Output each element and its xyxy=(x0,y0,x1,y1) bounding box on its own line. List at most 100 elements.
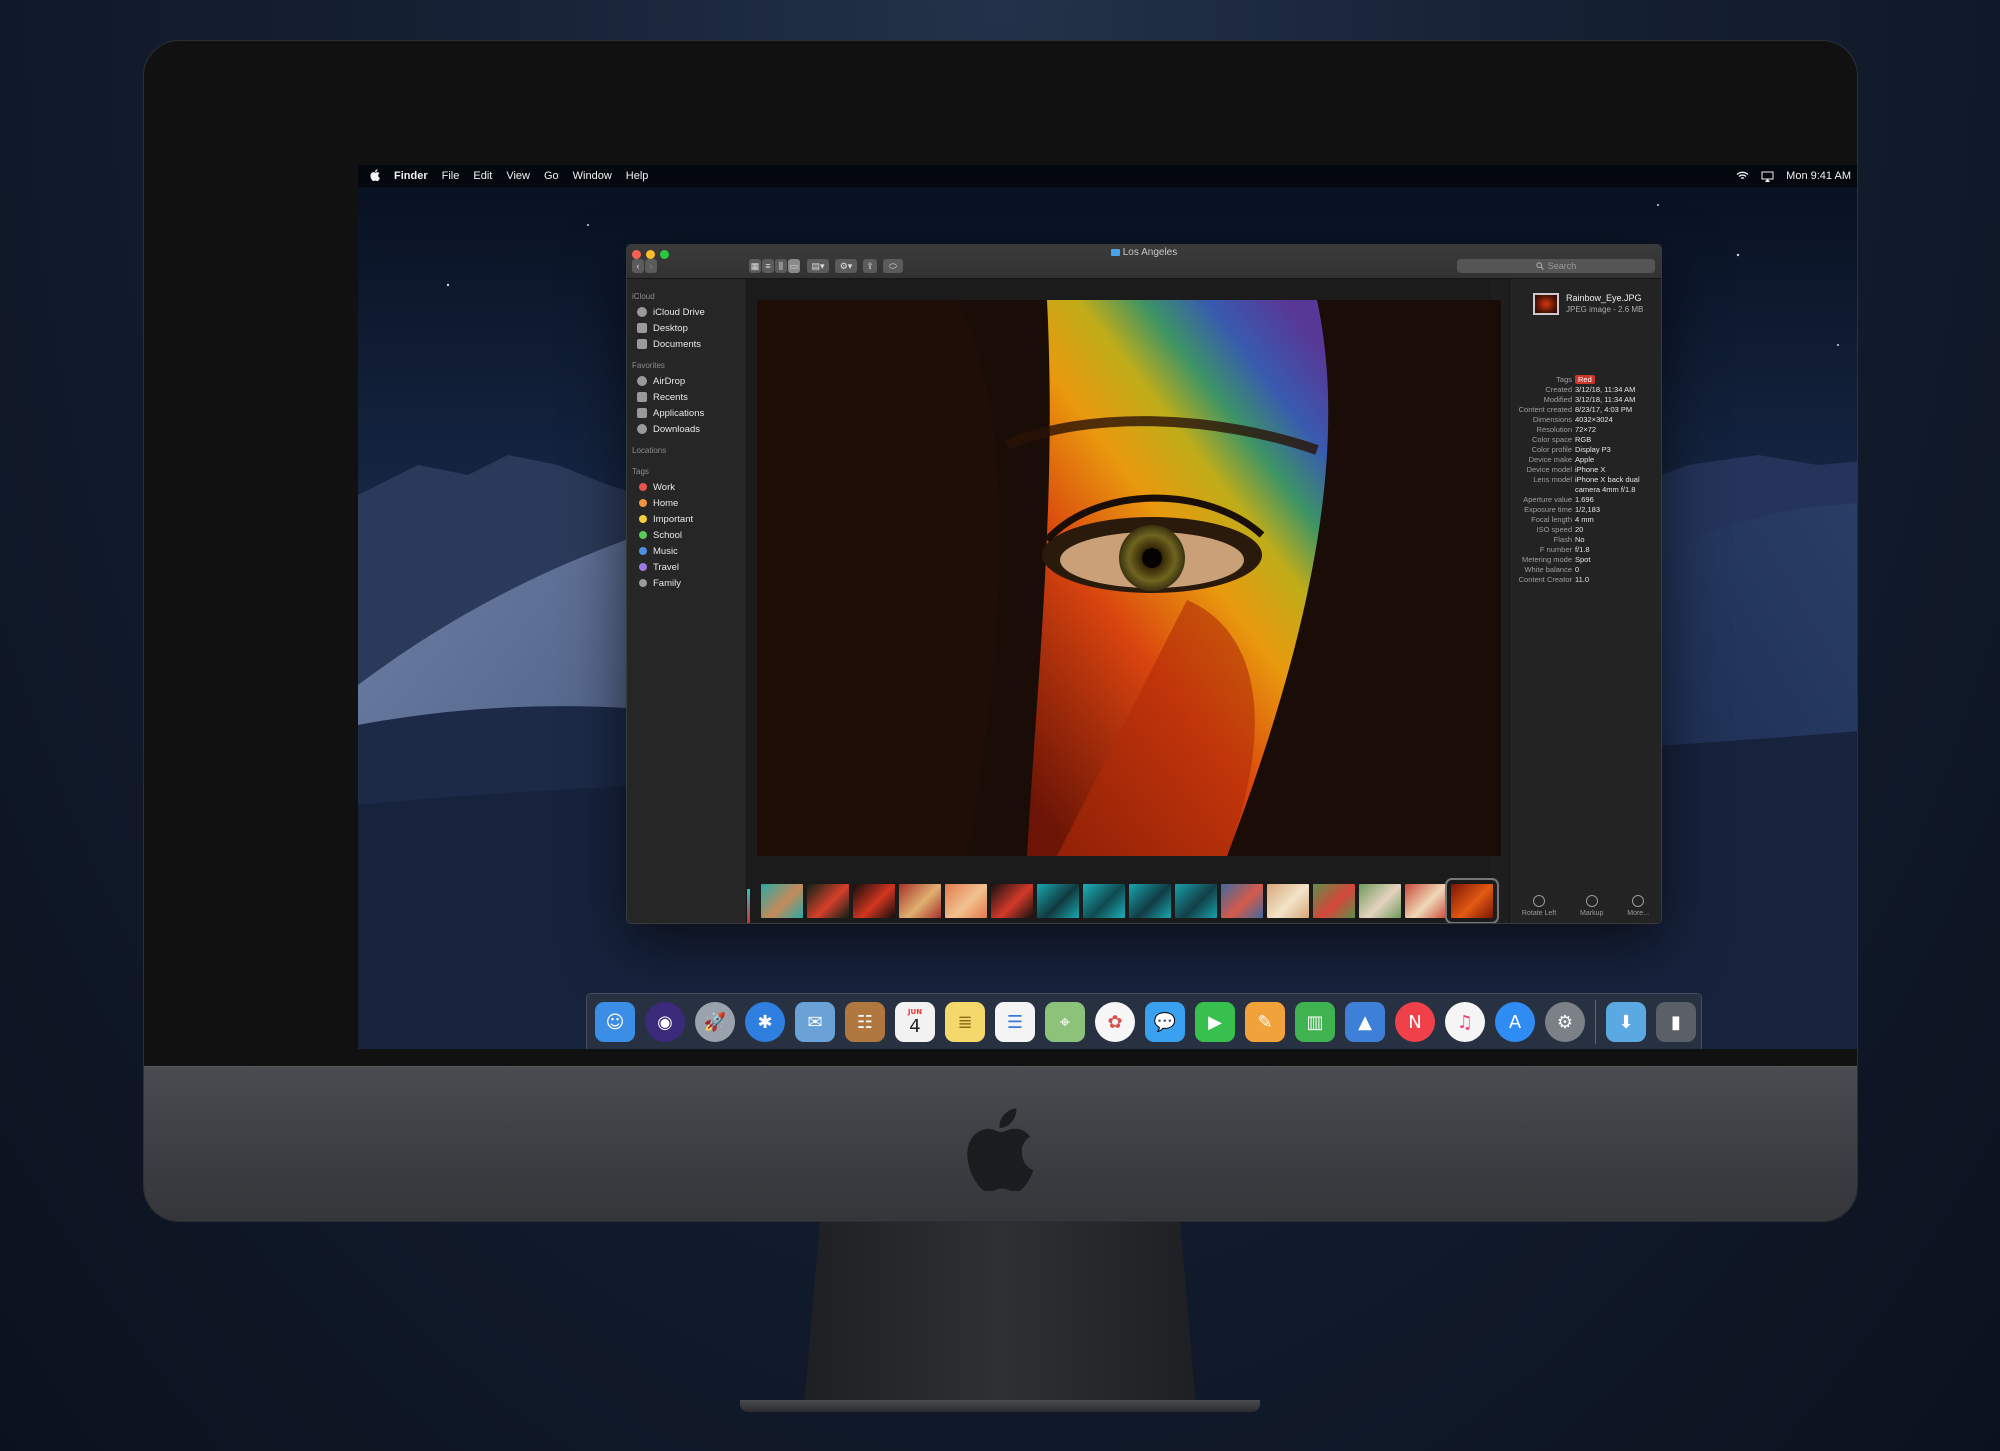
downloads-icon xyxy=(637,424,647,434)
preview-image[interactable] xyxy=(757,300,1501,856)
sidebar-tag-important[interactable]: Important xyxy=(627,511,746,527)
share-button[interactable]: ⇪ xyxy=(863,259,877,273)
pages-icon[interactable]: ✎ xyxy=(1245,1002,1285,1042)
menu-view[interactable]: View xyxy=(506,170,530,182)
app-menu-finder[interactable]: Finder xyxy=(394,170,428,182)
menu-help[interactable]: Help xyxy=(626,170,649,182)
gallery-view-button[interactable]: ▭ xyxy=(788,259,800,273)
action-gear-button[interactable]: ⚙▾ xyxy=(835,259,857,273)
tag-button[interactable]: ⬭ xyxy=(883,259,903,273)
sidebar-item-documents[interactable]: Documents xyxy=(627,336,746,352)
sidebar-tag-music[interactable]: Music xyxy=(627,543,746,559)
sidebar-item-downloads[interactable]: Downloads xyxy=(627,421,746,437)
facetime-icon[interactable]: ▶ xyxy=(1195,1002,1235,1042)
back-button[interactable]: ‹ xyxy=(632,259,644,273)
gallery-thumbnail[interactable] xyxy=(991,884,1033,918)
gallery-thumbnail[interactable] xyxy=(807,884,849,918)
folder-icon xyxy=(1110,248,1120,256)
gallery-thumbnail[interactable] xyxy=(853,884,895,918)
group-button[interactable]: ▤▾ xyxy=(807,259,829,273)
quick-actions: Rotate Left Markup More... xyxy=(1510,895,1661,917)
gallery-thumbnail[interactable] xyxy=(1359,884,1401,918)
siri-icon[interactable]: ◉ xyxy=(645,1002,685,1042)
wifi-icon[interactable] xyxy=(1736,171,1749,181)
menu-window[interactable]: Window xyxy=(573,170,612,182)
mail-icon[interactable]: ✉ xyxy=(795,1002,835,1042)
metadata-key: Content created xyxy=(1518,405,1572,414)
gallery-thumbnail[interactable] xyxy=(1267,884,1309,918)
tag-badge-red[interactable]: Red xyxy=(1575,375,1595,384)
gallery-thumbnail[interactable] xyxy=(1037,884,1079,918)
more-button[interactable]: More... xyxy=(1627,895,1649,917)
markup-button[interactable]: Markup xyxy=(1580,895,1603,917)
airplay-icon[interactable] xyxy=(1761,171,1774,182)
rotate-left-button[interactable]: Rotate Left xyxy=(1522,895,1556,917)
sidebar-item-airdrop[interactable]: AirDrop xyxy=(627,373,746,389)
metadata-row-tags: Tags Red xyxy=(1510,375,1661,385)
column-view-button[interactable]: ⫼ xyxy=(775,259,787,273)
sidebar-tag-work[interactable]: Work xyxy=(627,479,746,495)
keynote-icon[interactable]: ▲ xyxy=(1345,1002,1385,1042)
desktop-screen: Finder File Edit View Go Window Help Mon… xyxy=(358,165,1857,1049)
metadata-key: Color profile xyxy=(1531,445,1572,454)
search-field[interactable]: Search xyxy=(1457,259,1655,273)
metadata-row: Aperture value 1.696 xyxy=(1510,495,1661,505)
launchpad-icon[interactable]: 🚀 xyxy=(695,1002,735,1042)
sidebar-header-tags: Tags xyxy=(632,467,649,476)
metadata-row: Lens model iPhone X back dual xyxy=(1510,475,1661,485)
photos-icon[interactable]: ✿ xyxy=(1095,1002,1135,1042)
maps-icon[interactable]: ⌖ xyxy=(1045,1002,1085,1042)
safari-icon[interactable]: ✱ xyxy=(745,1002,785,1042)
menu-file[interactable]: File xyxy=(442,170,460,182)
trash-icon[interactable]: ▮ xyxy=(1656,1002,1696,1042)
news-icon[interactable]: N xyxy=(1395,1002,1435,1042)
imac-stand xyxy=(804,1222,1196,1407)
gallery-thumbnail[interactable] xyxy=(945,884,987,918)
reminders-icon[interactable]: ☰ xyxy=(995,1002,1035,1042)
gallery-thumbnail[interactable] xyxy=(1083,884,1125,918)
messages-icon[interactable]: 💬 xyxy=(1145,1002,1185,1042)
sidebar-item-applications[interactable]: Applications xyxy=(627,405,746,421)
app-store-icon[interactable]: A xyxy=(1495,1002,1535,1042)
finder-icon[interactable]: ☺ xyxy=(595,1002,635,1042)
metadata-row: White balance 0 xyxy=(1510,565,1661,575)
sidebar-tag-travel[interactable]: Travel xyxy=(627,559,746,575)
clock[interactable]: Mon 9:41 AM xyxy=(1786,170,1851,182)
sidebar-item-recents[interactable]: Recents xyxy=(627,389,746,405)
metadata-value: 1.696 xyxy=(1575,495,1594,504)
sidebar-item-icloud-drive[interactable]: iCloud Drive xyxy=(627,304,746,320)
gallery-thumbnail[interactable] xyxy=(761,884,803,918)
contacts-icon[interactable]: ☷ xyxy=(845,1002,885,1042)
list-view-button[interactable]: ≡ xyxy=(762,259,774,273)
sidebar-tag-school[interactable]: School xyxy=(627,527,746,543)
sidebar-tag-family[interactable]: Family xyxy=(627,575,746,591)
desktop-icon xyxy=(637,323,647,333)
gallery-thumbnail[interactable] xyxy=(1313,884,1355,918)
window-titlebar[interactable]: Los Angeles ‹ › ▦ ≡ ⫼ ▭ ▤▾ ⚙▾ ⇪ ⬭ Search xyxy=(627,245,1661,279)
downloads-folder-icon[interactable]: ⬇ xyxy=(1606,1002,1646,1042)
menu-go[interactable]: Go xyxy=(544,170,559,182)
numbers-icon[interactable]: ▥ xyxy=(1295,1002,1335,1042)
sidebar-item-desktop[interactable]: Desktop xyxy=(627,320,746,336)
metadata-value: 20 xyxy=(1575,525,1584,534)
gallery-thumbnail[interactable] xyxy=(1129,884,1171,918)
recents-icon xyxy=(637,392,647,402)
notes-icon[interactable]: ≣ xyxy=(945,1002,985,1042)
sidebar-header-favorites: Favorites xyxy=(632,361,665,370)
music-icon[interactable]: ♫ xyxy=(1445,1002,1485,1042)
forward-button[interactable]: › xyxy=(645,259,657,273)
menu-edit[interactable]: Edit xyxy=(473,170,492,182)
sidebar-tag-home[interactable]: Home xyxy=(627,495,746,511)
calendar-icon[interactable]: JUN 4 xyxy=(895,1002,935,1042)
metadata-value: iPhone X back dual xyxy=(1575,475,1640,484)
gallery-thumbnail[interactable] xyxy=(899,884,941,918)
icon-view-button[interactable]: ▦ xyxy=(749,259,761,273)
gallery-thumbnail[interactable] xyxy=(1405,884,1447,918)
apple-menu-icon[interactable] xyxy=(370,168,380,184)
system-preferences-icon[interactable]: ⚙ xyxy=(1545,1002,1585,1042)
gallery-thumbnail[interactable] xyxy=(1221,884,1263,918)
cloud-icon xyxy=(637,307,647,317)
gallery-thumbnail[interactable] xyxy=(1445,878,1499,923)
gallery-thumbnail[interactable] xyxy=(1175,884,1217,918)
thumbnail-strip xyxy=(747,877,1499,923)
